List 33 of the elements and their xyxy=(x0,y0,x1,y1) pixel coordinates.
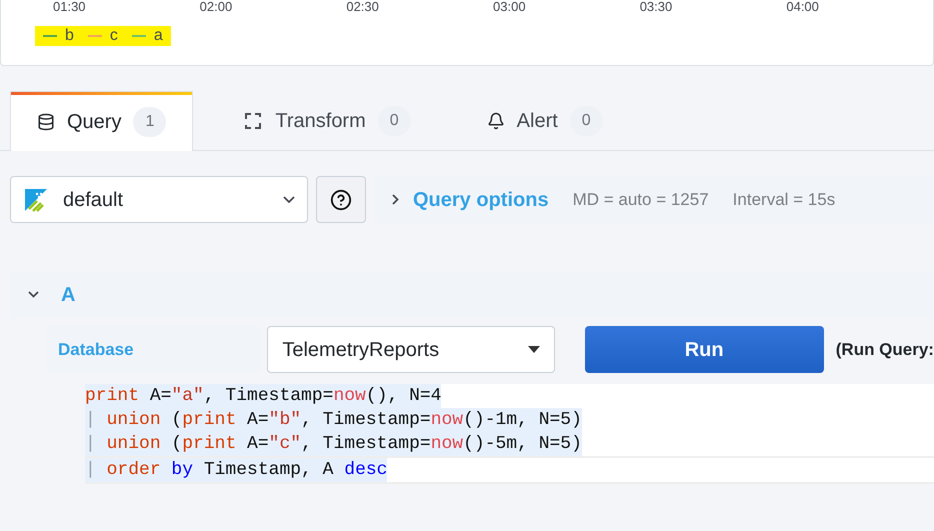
help-icon xyxy=(330,188,352,210)
datasource-value: default xyxy=(63,188,124,212)
datasource-logo-icon xyxy=(23,186,49,212)
time-tick: 02:00 xyxy=(200,0,234,16)
tab[interactable]: Alert 0 xyxy=(460,91,629,150)
time-tick: 02:30 xyxy=(346,0,380,16)
max-data-points: MD = auto = 1257 xyxy=(572,188,709,211)
query-name: A xyxy=(61,282,76,308)
legend-label[interactable]: c xyxy=(110,24,118,48)
database-icon xyxy=(37,112,55,130)
legend-label[interactable]: a xyxy=(154,24,163,48)
help-button[interactable] xyxy=(316,176,366,223)
count-badge: 1 xyxy=(133,106,166,136)
time-tick: 01:30 xyxy=(53,0,87,16)
tab[interactable]: Transform 0 xyxy=(217,91,437,150)
chevron-down-icon xyxy=(283,196,295,203)
count-badge: 0 xyxy=(570,106,603,136)
caret-icon xyxy=(528,346,540,353)
count-badge: 0 xyxy=(378,106,411,136)
run-button[interactable]: Run xyxy=(584,326,824,373)
time-tick: 03:00 xyxy=(493,0,527,16)
datasource-select[interactable]: default xyxy=(10,176,308,223)
time-tick: 04:00 xyxy=(786,0,820,16)
run-hint: (Run Query: xyxy=(836,338,934,361)
bell-icon xyxy=(486,112,505,130)
chevron-right-icon xyxy=(392,194,399,205)
code-editor[interactable]: print A="a", Timestamp=now(), N=4 | union (print A="b", Timestamp=now()-1m, N=5) | union (print A="c", Timestamp=now()-5m, N=5) | order by Timestamp, A desc xyxy=(85,384,934,484)
database-select[interactable]: TelemetryReports xyxy=(267,326,555,373)
time-tick: 03:30 xyxy=(640,0,674,16)
arrows-icon xyxy=(243,110,264,130)
tab[interactable]: Query 1 xyxy=(10,91,194,151)
interval-text: Interval = 15s xyxy=(732,188,836,211)
legend-label[interactable]: b xyxy=(65,24,74,48)
